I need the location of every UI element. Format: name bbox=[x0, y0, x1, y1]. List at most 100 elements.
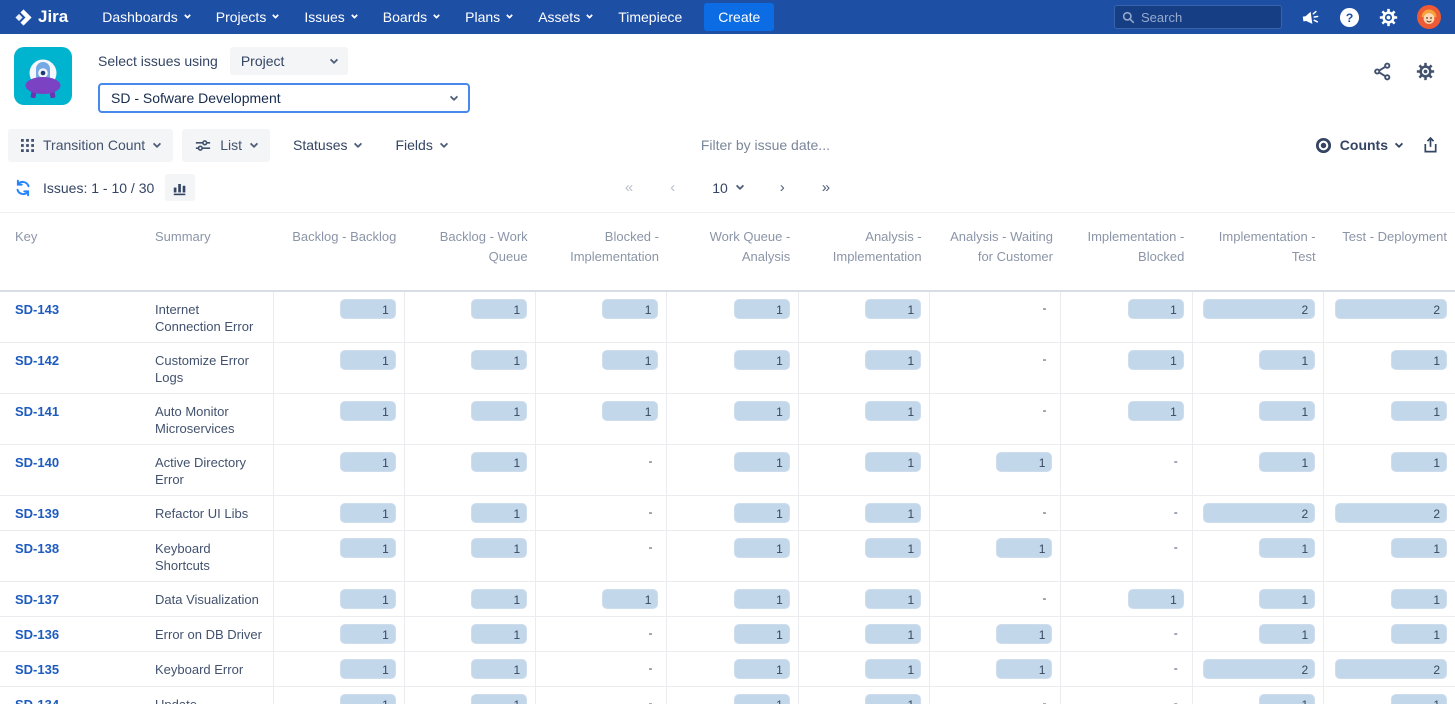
column-header-work-queue-analysis[interactable]: Work Queue - Analysis bbox=[667, 213, 798, 291]
issue-date-filter-input[interactable] bbox=[701, 137, 1081, 153]
count-badge: 1 bbox=[1259, 452, 1315, 472]
count-cell: 1 bbox=[1061, 343, 1192, 394]
chevron-down-icon bbox=[433, 12, 440, 19]
nav-item-timepiece[interactable]: Timepiece bbox=[618, 9, 682, 25]
count-cell: 1 bbox=[1324, 445, 1455, 496]
nav-item-label: Projects bbox=[216, 9, 267, 25]
issue-key-link[interactable]: SD-141 bbox=[15, 404, 59, 419]
count-cell: 1 bbox=[404, 652, 535, 687]
count-cell: - bbox=[536, 617, 667, 652]
issue-key-cell: SD-135 bbox=[0, 652, 140, 687]
help-icon[interactable]: ? bbox=[1339, 7, 1360, 28]
table-row: SD-140Active Directory Error11-111-11 bbox=[0, 445, 1455, 496]
issue-key-link[interactable]: SD-140 bbox=[15, 455, 59, 470]
issue-summary: Refactor UI Libs bbox=[140, 496, 273, 531]
fields-dropdown[interactable]: Fields bbox=[381, 129, 460, 162]
issue-key-link[interactable]: SD-139 bbox=[15, 506, 59, 521]
column-header-summary[interactable]: Summary bbox=[140, 213, 273, 291]
page: Jira Dashboards Projects Issues Boards Plans… bbox=[0, 0, 1455, 704]
issue-key-link[interactable]: SD-136 bbox=[15, 627, 59, 642]
issue-key-cell: SD-141 bbox=[0, 394, 140, 445]
issue-key-link[interactable]: SD-142 bbox=[15, 353, 59, 368]
display-mode-dropdown[interactable]: Counts bbox=[1315, 137, 1402, 154]
avatar[interactable] bbox=[1417, 5, 1441, 29]
count-badge: 1 bbox=[734, 350, 790, 370]
count-badge: 1 bbox=[734, 452, 790, 472]
count-cell: 1 bbox=[273, 343, 404, 394]
nav-item-label: Assets bbox=[538, 9, 580, 25]
refresh-button[interactable] bbox=[14, 179, 32, 197]
issue-key-link[interactable]: SD-135 bbox=[15, 662, 59, 677]
pagination-next-button[interactable]: › bbox=[780, 179, 785, 196]
count-badge: 1 bbox=[996, 452, 1052, 472]
column-header-analysis-implementation[interactable]: Analysis - Implementation bbox=[798, 213, 929, 291]
report-settings-gear-icon[interactable] bbox=[1416, 62, 1435, 81]
empty-count: - bbox=[648, 505, 652, 519]
count-badge: 2 bbox=[1203, 659, 1315, 679]
count-badge: 1 bbox=[1391, 694, 1447, 704]
jira-logo[interactable]: Jira bbox=[14, 7, 68, 27]
project-select[interactable]: SD - Sofware Development bbox=[98, 83, 470, 113]
count-cell: 1 bbox=[273, 291, 404, 343]
issue-summary: Internet Connection Error bbox=[140, 291, 273, 343]
count-badge: 1 bbox=[996, 538, 1052, 558]
issue-source-dropdown[interactable]: Project bbox=[230, 47, 348, 75]
column-header-test-deployment[interactable]: Test - Deployment bbox=[1324, 213, 1455, 291]
count-cell: 1 bbox=[798, 687, 929, 704]
share-icon[interactable] bbox=[1373, 62, 1392, 81]
column-header-backlog-work-queue[interactable]: Backlog - Work Queue bbox=[404, 213, 535, 291]
count-cell: 1 bbox=[1192, 531, 1323, 582]
count-badge: 1 bbox=[1259, 538, 1315, 558]
pagination-first-button[interactable]: « bbox=[625, 179, 633, 196]
count-cell: 1 bbox=[930, 617, 1061, 652]
fields-label: Fields bbox=[395, 137, 432, 153]
issue-summary: Data Visualization bbox=[140, 582, 273, 617]
date-filter-area bbox=[467, 137, 1315, 153]
empty-count: - bbox=[648, 454, 652, 468]
nav-item-projects[interactable]: Projects bbox=[216, 9, 279, 25]
count-badge: 1 bbox=[340, 538, 396, 558]
column-header-analysis-waiting-for-customer[interactable]: Analysis - Waiting for Customer bbox=[930, 213, 1061, 291]
count-cell: 1 bbox=[1324, 343, 1455, 394]
count-badge: 1 bbox=[1259, 350, 1315, 370]
column-header-backlog-backlog[interactable]: Backlog - Backlog bbox=[273, 213, 404, 291]
feedback-megaphone-icon[interactable] bbox=[1300, 7, 1321, 26]
column-header-key[interactable]: Key bbox=[0, 213, 140, 291]
issue-summary: Keyboard Error bbox=[140, 652, 273, 687]
nav-item-issues[interactable]: Issues bbox=[304, 9, 356, 25]
view-mode-dropdown[interactable]: List bbox=[182, 129, 270, 162]
create-button[interactable]: Create bbox=[704, 3, 774, 31]
nav-item-label: Plans bbox=[465, 9, 500, 25]
empty-count: - bbox=[648, 696, 652, 704]
chart-view-button[interactable] bbox=[165, 174, 195, 201]
count-cell: 1 bbox=[1061, 582, 1192, 617]
page-size-select[interactable]: 10 bbox=[712, 180, 743, 196]
search-input[interactable] bbox=[1141, 10, 1274, 25]
count-badge: 1 bbox=[602, 299, 658, 319]
count-badge: 2 bbox=[1203, 503, 1315, 523]
nav-item-boards[interactable]: Boards bbox=[383, 9, 439, 25]
column-header-implementation-test[interactable]: Implementation - Test bbox=[1192, 213, 1323, 291]
nav-item-assets[interactable]: Assets bbox=[538, 9, 592, 25]
statuses-label: Statuses bbox=[293, 137, 347, 153]
count-cell: 1 bbox=[798, 531, 929, 582]
count-badge: 1 bbox=[865, 624, 921, 644]
column-header-implementation-blocked[interactable]: Implementation - Blocked bbox=[1061, 213, 1192, 291]
settings-icon[interactable] bbox=[1379, 8, 1398, 27]
search-box[interactable] bbox=[1114, 5, 1282, 29]
column-header-blocked-implementation[interactable]: Blocked - Implementation bbox=[536, 213, 667, 291]
issue-key-link[interactable]: SD-143 bbox=[15, 302, 59, 317]
report-type-dropdown[interactable]: Transition Count bbox=[8, 129, 173, 162]
pagination-last-button[interactable]: » bbox=[822, 179, 830, 196]
issue-key-link[interactable]: SD-134 bbox=[15, 697, 59, 704]
export-button[interactable] bbox=[1422, 136, 1439, 154]
count-cell: - bbox=[1061, 617, 1192, 652]
nav-item-plans[interactable]: Plans bbox=[465, 9, 512, 25]
issue-key-link[interactable]: SD-137 bbox=[15, 592, 59, 607]
statuses-dropdown[interactable]: Statuses bbox=[279, 129, 375, 162]
count-badge: 1 bbox=[602, 350, 658, 370]
nav-item-dashboards[interactable]: Dashboards bbox=[102, 9, 190, 25]
issue-key-link[interactable]: SD-138 bbox=[15, 541, 59, 556]
pagination-prev-button[interactable]: ‹ bbox=[670, 179, 675, 196]
count-cell: 1 bbox=[536, 343, 667, 394]
